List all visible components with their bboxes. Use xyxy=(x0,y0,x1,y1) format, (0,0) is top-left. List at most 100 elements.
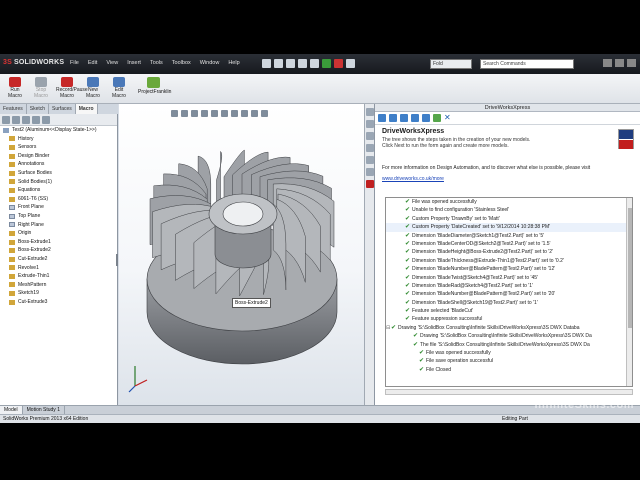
display-manager-icon[interactable] xyxy=(42,116,50,124)
close-icon[interactable] xyxy=(627,59,636,67)
options-icon[interactable] xyxy=(422,114,430,122)
document-field[interactable]: Fold xyxy=(430,59,472,69)
tree-item[interactable]: Cut-Extrude3 xyxy=(3,298,117,307)
info-icon[interactable] xyxy=(400,114,408,122)
menu-item-insert[interactable]: Insert xyxy=(127,60,141,66)
project-franklin-button[interactable]: ProjectFranklin xyxy=(138,77,171,95)
tree-item[interactable]: Right Plane xyxy=(3,221,117,230)
home-icon[interactable] xyxy=(378,114,386,122)
tree-item[interactable]: Annotations xyxy=(3,160,117,169)
design-library-icon[interactable] xyxy=(366,120,374,128)
scroll-thumb[interactable] xyxy=(628,208,632,328)
tree-item[interactable]: Front Plane xyxy=(3,203,117,212)
search-input[interactable]: Search Commands xyxy=(480,59,574,69)
tree-item[interactable]: MeshPattern xyxy=(3,281,117,290)
undo-icon[interactable] xyxy=(310,59,319,68)
log-row[interactable]: ✔ File was opened successfully xyxy=(386,198,632,206)
appearances-icon[interactable] xyxy=(366,156,374,164)
new-macro-button[interactable]: New Macro xyxy=(82,77,104,99)
log-row[interactable]: ✔ Dimension 'BladeDiameter@Sketch1@Test2.… xyxy=(386,232,632,240)
menu-item-window[interactable]: Window xyxy=(200,60,220,66)
log-row[interactable]: ✔ Dimension 'BladeTwist@Sketch4@Test2.Par… xyxy=(386,274,632,282)
solidworks-logo[interactable]: 3S SOLIDWORKS xyxy=(3,59,64,66)
configuration-manager-icon[interactable] xyxy=(22,116,30,124)
tree-item[interactable]: History xyxy=(3,135,117,144)
tab-surfaces[interactable]: Surfaces xyxy=(49,104,76,114)
log-row[interactable]: ✔ File was opened successfully xyxy=(386,349,632,357)
maximize-icon[interactable] xyxy=(615,59,624,67)
tree-item[interactable]: Sketch19 xyxy=(3,289,117,298)
log-vertical-scrollbar[interactable] xyxy=(626,198,632,386)
tree-item[interactable]: Extrude-Thin1 xyxy=(3,272,117,281)
open-icon[interactable] xyxy=(274,59,283,68)
log-row[interactable]: ✔ Custom Property 'DateCreated' set to '9… xyxy=(386,223,632,232)
tree-item[interactable]: Test2 (Aluminum<<Display State-1>>) xyxy=(3,126,117,135)
stop-macro-button[interactable]: Stop Macro xyxy=(30,77,52,99)
run-icon[interactable] xyxy=(433,114,441,122)
tree-item[interactable]: Boss-Extrude2 xyxy=(3,246,117,255)
tree-item[interactable]: Design Binder xyxy=(3,152,117,161)
tree-item[interactable]: Equations xyxy=(3,186,117,195)
log-row[interactable]: ✔ Dimension 'BladeHeight@Boss-Extrude2@Te… xyxy=(386,248,632,256)
log-horizontal-scrollbar[interactable] xyxy=(385,389,633,395)
tab-features[interactable]: Features xyxy=(0,104,27,114)
log-row[interactable]: ✔ Dimension 'BladeNumber@BladePattern@Tes… xyxy=(386,290,632,298)
select-icon[interactable] xyxy=(346,59,355,68)
log-row[interactable]: ✔ Dimension 'BladeThickness@Extrude-Thin1… xyxy=(386,257,632,265)
view-palette-icon[interactable] xyxy=(366,144,374,152)
tree-item[interactable]: Revolve1 xyxy=(3,264,117,273)
log-row[interactable]: ✔ Feature selected 'BladeCut' xyxy=(386,307,632,315)
graphics-area[interactable]: Boss-Extrude2 xyxy=(119,104,364,405)
more-info-link[interactable]: www.driveworks.co.uk/more xyxy=(375,171,640,182)
help-icon[interactable] xyxy=(411,114,419,122)
menu-item-view[interactable]: View xyxy=(106,60,118,66)
back-icon[interactable] xyxy=(389,114,397,122)
log-row[interactable]: ✔ Drawing 'S:\SolidBox Consulting\Infinit… xyxy=(386,332,632,340)
log-row[interactable]: ⊟ ✔ Drawing 'S:\SolidBox Consulting\Infini… xyxy=(386,324,632,332)
dimxpert-icon[interactable] xyxy=(32,116,40,124)
tree-item[interactable]: Origin xyxy=(3,229,117,238)
log-row[interactable]: ✔ Unable to find configuration 'Stainless… xyxy=(386,206,632,214)
menu-item-toolbox[interactable]: Toolbox xyxy=(172,60,191,66)
property-manager-icon[interactable] xyxy=(12,116,20,124)
close-icon[interactable]: ✕ xyxy=(444,114,451,122)
save-icon[interactable] xyxy=(286,59,295,68)
log-row[interactable]: ✔ File save operation successful xyxy=(386,357,632,365)
run-macro-button[interactable]: Run Macro xyxy=(4,77,26,99)
menu-item-file[interactable]: File xyxy=(70,60,79,66)
file-explorer-icon[interactable] xyxy=(366,132,374,140)
minimize-icon[interactable] xyxy=(603,59,612,67)
print-icon[interactable] xyxy=(298,59,307,68)
panel-splitter[interactable] xyxy=(116,254,118,266)
log-row[interactable]: ✔ Dimension 'BladeNumber@BladePattern@Tes… xyxy=(386,265,632,273)
log-row[interactable]: ✔ Dimension 'BladeShell@Sketch19@Test2.Pa… xyxy=(386,299,632,307)
fan-impeller-model[interactable] xyxy=(119,104,364,405)
tree-item[interactable]: Sensors xyxy=(3,143,117,152)
tab-sketch[interactable]: Sketch xyxy=(27,104,50,114)
tree-item[interactable]: Solid Bodies(1) xyxy=(3,178,117,187)
tree-item[interactable]: Boss-Extrude1 xyxy=(3,238,117,247)
rebuild-icon[interactable] xyxy=(322,59,331,68)
solidworks-resources-icon[interactable] xyxy=(366,108,374,116)
tab-model[interactable]: Model xyxy=(0,406,23,414)
feature-tree-icon[interactable] xyxy=(2,116,10,124)
options-icon[interactable] xyxy=(334,59,343,68)
tree-item[interactable]: Surface Bodies xyxy=(3,169,117,178)
edit-macro-button[interactable]: Edit Macro xyxy=(108,77,130,99)
tree-item[interactable]: Top Plane xyxy=(3,212,117,221)
record-pause-macro-button[interactable]: Record/Pause Macro xyxy=(56,77,88,99)
tab-macro[interactable]: Macro xyxy=(75,104,98,114)
tab-motion-study-1[interactable]: Motion Study 1 xyxy=(23,406,65,414)
menu-item-edit[interactable]: Edit xyxy=(88,60,97,66)
tree-item[interactable]: 6061-T6 (SS) xyxy=(3,195,117,204)
log-row[interactable]: ✔ Custom Property 'DrawnBy' set to 'Matt' xyxy=(386,215,632,223)
log-row[interactable]: ✔ The file 'S:\SolidBox Consulting\Infini… xyxy=(386,341,632,349)
log-row[interactable]: ✔ Dimension 'BladeCenterOD@Sketch2@Test2.… xyxy=(386,240,632,248)
log-row[interactable]: ✔ File Closed xyxy=(386,366,632,374)
menu-item-tools[interactable]: Tools xyxy=(150,60,163,66)
log-row[interactable]: ✔ Feature suppression successful xyxy=(386,315,632,323)
custom-properties-icon[interactable] xyxy=(366,168,374,176)
new-document-icon[interactable] xyxy=(262,59,271,68)
tree-item[interactable]: Cut-Extrude2 xyxy=(3,255,117,264)
driveworks-icon[interactable] xyxy=(366,180,374,188)
